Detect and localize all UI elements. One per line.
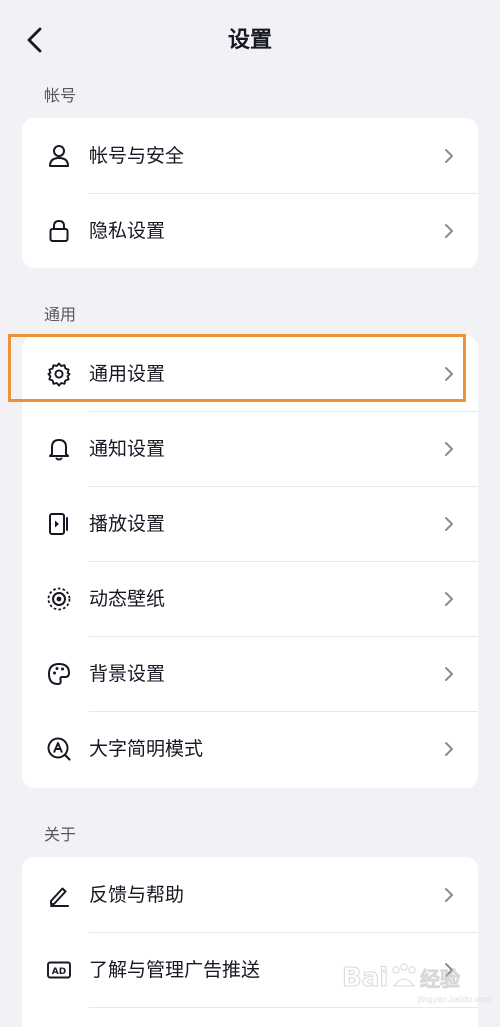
row-label: 通知设置 xyxy=(89,437,166,460)
row-playback-settings[interactable]: 播放设置 xyxy=(22,486,478,561)
chevron-right-icon xyxy=(445,591,453,606)
page-title: 设置 xyxy=(227,28,272,53)
chevron-right-icon xyxy=(445,887,453,902)
live-wallpaper-icon xyxy=(46,586,72,612)
chevron-right-icon xyxy=(445,666,453,681)
section-label-account: 帐号 xyxy=(44,86,77,105)
row-general-settings[interactable]: 通用设置 xyxy=(22,336,478,411)
row-privacy-settings[interactable]: 隐私设置 xyxy=(22,193,478,268)
chevron-right-icon xyxy=(445,366,453,381)
account-card: 帐号与安全 隐私设置 xyxy=(22,118,478,268)
baidu-watermark: Bai 经验 jingyan.baidu.com xyxy=(342,963,493,1005)
row-label: 播放设置 xyxy=(89,512,166,535)
divider xyxy=(89,193,478,194)
row-label: 动态壁纸 xyxy=(89,587,166,610)
svg-text:经验: 经验 xyxy=(420,967,460,991)
lock-icon xyxy=(46,218,72,244)
row-label: 帐号与安全 xyxy=(89,144,185,167)
general-card: 通用设置 通知设置 播放设置 动态壁纸 背景设置 大字简明模式 xyxy=(22,336,478,788)
play-settings-icon xyxy=(46,511,72,537)
section-label-about: 关于 xyxy=(44,825,77,844)
chevron-right-icon xyxy=(445,741,453,756)
svg-text:AD: AD xyxy=(52,967,66,977)
row-account-security[interactable]: 帐号与安全 xyxy=(22,118,478,193)
row-label: 通用设置 xyxy=(89,362,166,385)
divider xyxy=(89,711,478,712)
bell-icon xyxy=(46,436,72,462)
row-live-wallpaper[interactable]: 动态壁纸 xyxy=(22,561,478,636)
row-label: 背景设置 xyxy=(89,662,166,685)
chevron-right-icon xyxy=(445,441,453,456)
row-large-text-mode[interactable]: 大字简明模式 xyxy=(22,711,478,786)
chevron-right-icon xyxy=(445,516,453,531)
gear-icon xyxy=(46,361,72,387)
row-label: 反馈与帮助 xyxy=(89,883,185,906)
divider xyxy=(89,932,478,933)
section-label-general: 通用 xyxy=(44,305,77,324)
ad-icon: AD xyxy=(46,957,72,983)
svg-text:jingyan.baidu.com: jingyan.baidu.com xyxy=(417,995,492,1004)
user-icon xyxy=(46,143,72,169)
row-label: 大字简明模式 xyxy=(89,737,204,760)
divider xyxy=(89,636,478,637)
row-label: 隐私设置 xyxy=(89,219,166,242)
header: 设置 xyxy=(0,0,500,80)
row-notification-settings[interactable]: 通知设置 xyxy=(22,411,478,486)
row-label: 了解与管理广告推送 xyxy=(89,958,261,981)
chevron-right-icon xyxy=(445,223,453,238)
row-background-settings[interactable]: 背景设置 xyxy=(22,636,478,711)
divider xyxy=(89,486,478,487)
chevron-right-icon xyxy=(445,148,453,163)
large-text-icon xyxy=(46,736,72,762)
divider xyxy=(89,561,478,562)
svg-text:Bai: Bai xyxy=(342,963,388,993)
pencil-icon xyxy=(46,882,72,908)
divider xyxy=(89,411,478,412)
row-feedback-help[interactable]: 反馈与帮助 xyxy=(22,857,478,932)
palette-icon xyxy=(46,661,72,687)
